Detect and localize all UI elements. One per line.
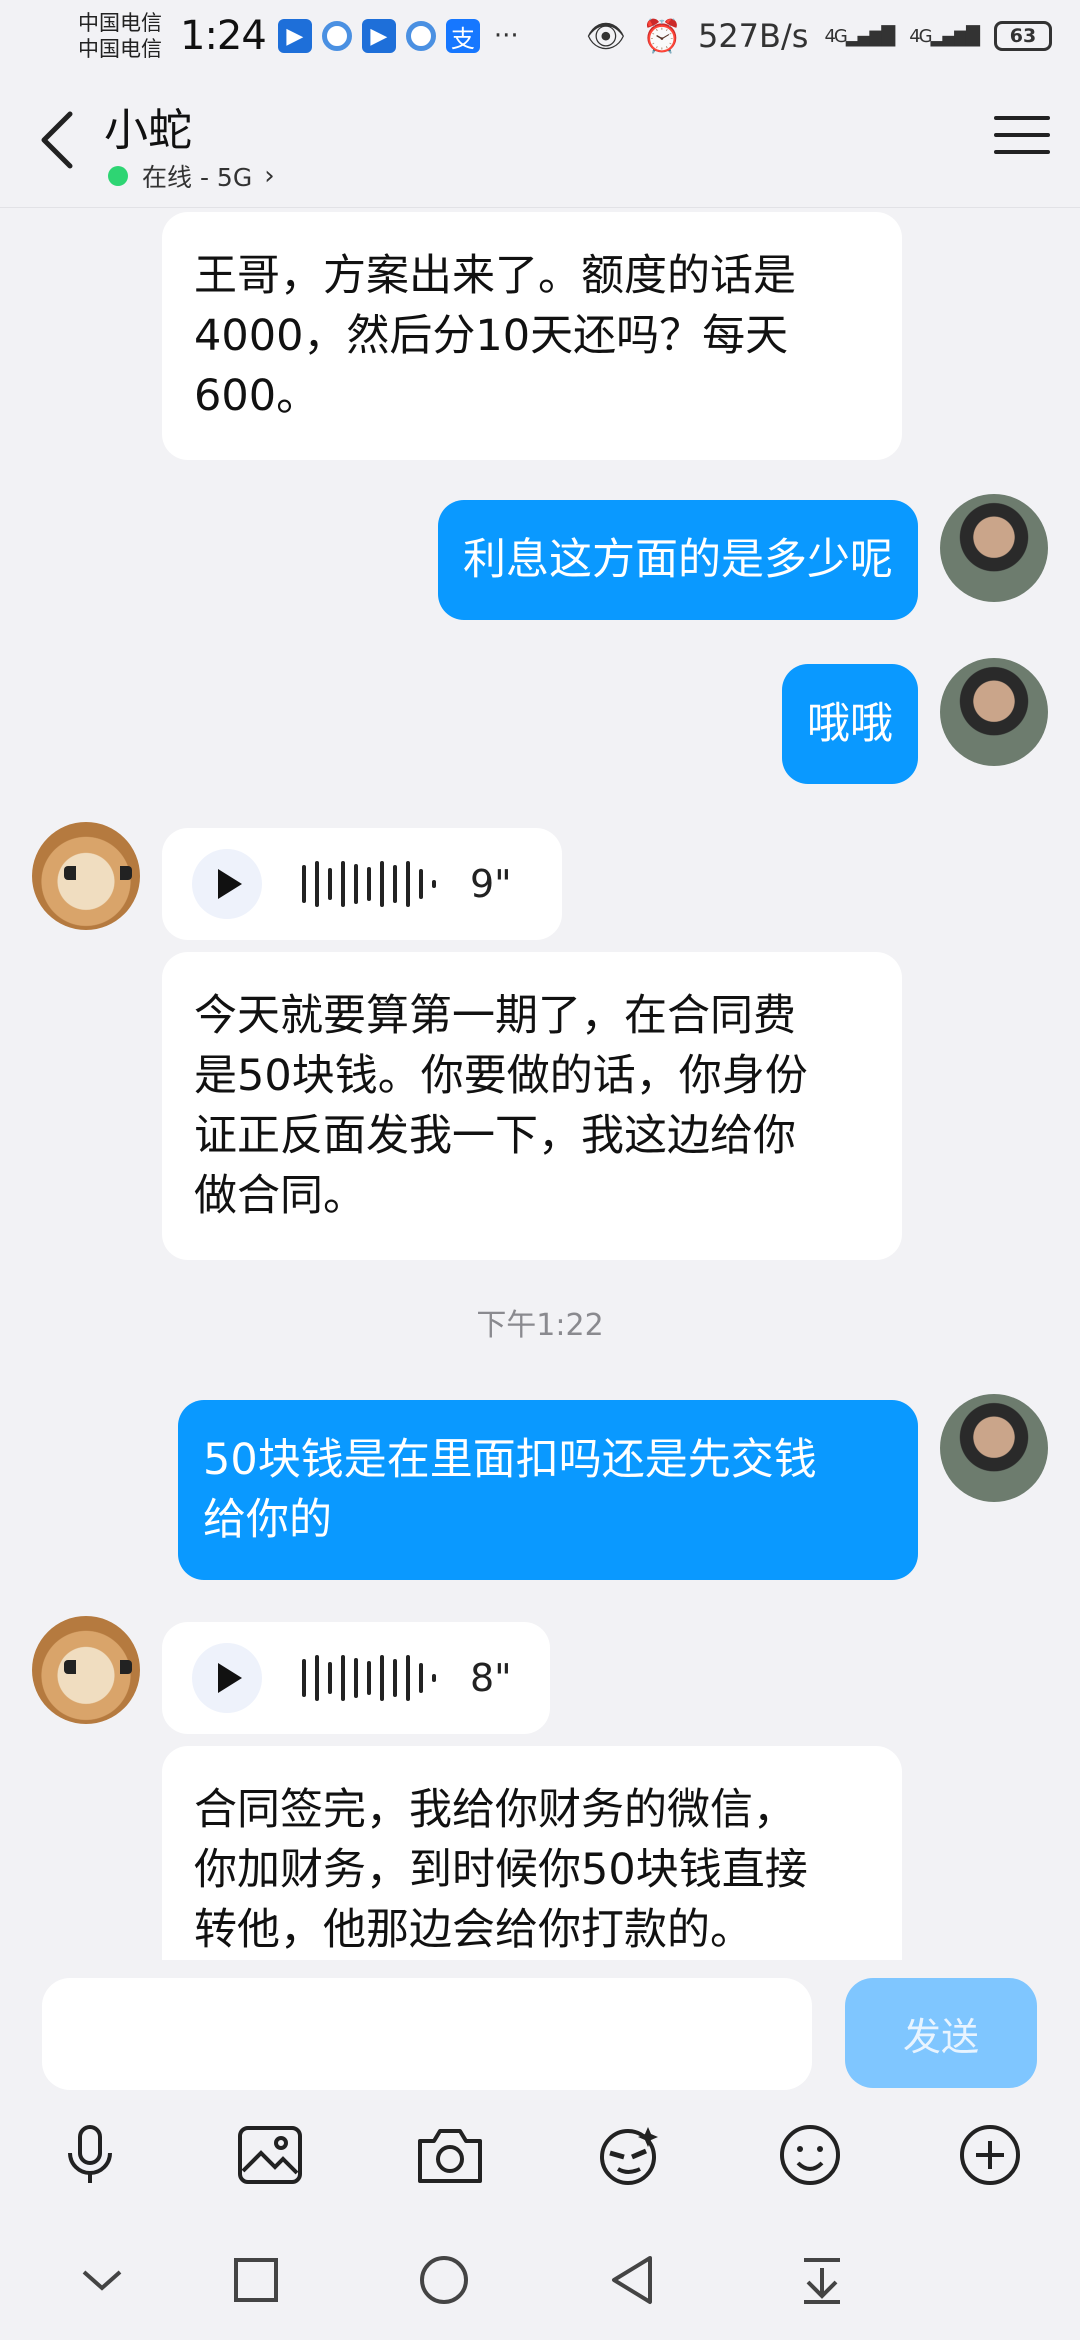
camera-icon[interactable]: [415, 2120, 485, 2190]
alarm-icon: ⏰: [642, 17, 682, 55]
send-button[interactable]: 发送: [845, 1978, 1037, 2088]
incoming-message[interactable]: 合同签完，我给你财务的微信， 你加财务，到时候你50块钱直接 转他，他那边会给你…: [162, 1746, 902, 1960]
outgoing-message[interactable]: 利息这方面的是多少呢: [438, 500, 918, 620]
download-icon[interactable]: [790, 2248, 854, 2312]
chat-header: 小蛇 在线 - 5G ›: [0, 72, 1080, 208]
emoji-icon[interactable]: [775, 2120, 845, 2190]
status-bar: 中国电信 中国电信 1:24 ▶ ▶ 支 ··· 👁 ⏰ 527B/s 4G▂▄…: [0, 0, 1080, 72]
play-icon[interactable]: [192, 1643, 262, 1713]
app-notification-icon: ▶: [361, 19, 396, 53]
alipay-icon: 支: [445, 19, 480, 53]
voice-message[interactable]: 8": [162, 1622, 550, 1734]
mic-icon[interactable]: [55, 2120, 125, 2190]
waveform-icon: [302, 854, 436, 914]
input-toolbar: [0, 2100, 1080, 2210]
back-button[interactable]: [34, 108, 82, 172]
network-speed: 527B/s: [697, 17, 809, 55]
outgoing-message[interactable]: 哦哦: [782, 664, 918, 784]
app-notification-icon: ▶: [277, 19, 312, 53]
input-bar: 发送: [0, 1962, 1080, 2100]
signal-icon: 4G▂▄▆█: [824, 25, 895, 47]
chat-list[interactable]: 王哥，方案出来了。额度的话是 4000，然后分10天还吗？每天 600。 利息这…: [0, 210, 1080, 1960]
plus-icon[interactable]: [955, 2120, 1025, 2190]
system-navigation-bar: [0, 2220, 1080, 2340]
my-avatar[interactable]: [940, 494, 1048, 602]
my-avatar[interactable]: [940, 1394, 1048, 1502]
sticker-icon[interactable]: [595, 2120, 665, 2190]
collapse-icon[interactable]: [70, 2248, 134, 2312]
browser-notification-icon: [405, 21, 436, 51]
voice-duration: 9": [470, 862, 512, 906]
menu-button[interactable]: [994, 116, 1050, 164]
image-icon[interactable]: [235, 2120, 305, 2190]
chevron-right-icon: ›: [264, 161, 275, 191]
signal-icon: 4G▂▄▆█: [909, 25, 980, 47]
incoming-message[interactable]: 今天就要算第一期了，在合同费 是50块钱。你要做的话，你身份 证正反面发我一下，…: [162, 952, 902, 1260]
chevron-left-icon: [41, 111, 73, 169]
voice-message[interactable]: 9": [162, 828, 562, 940]
battery-icon: 63: [994, 21, 1052, 51]
carrier-labels: 中国电信 中国电信: [78, 10, 174, 62]
presence-status[interactable]: 在线 - 5G ›: [108, 158, 275, 194]
voice-duration: 8": [470, 1656, 512, 1700]
online-dot: [108, 166, 128, 186]
message-input[interactable]: [42, 1978, 812, 2090]
home-icon[interactable]: [412, 2248, 476, 2312]
play-icon[interactable]: [192, 849, 262, 919]
message-timestamp: 下午1:22: [476, 1308, 604, 1343]
carrier-1: 中国电信: [78, 11, 162, 35]
more-notifications-icon: ···: [493, 21, 519, 51]
contact-avatar[interactable]: [32, 822, 140, 930]
waveform-icon: [302, 1648, 436, 1708]
contact-avatar[interactable]: [32, 1616, 140, 1724]
presence-label: 在线 - 5G: [142, 163, 253, 192]
my-avatar[interactable]: [940, 658, 1048, 766]
carrier-2: 中国电信: [78, 37, 162, 61]
back-icon[interactable]: [600, 2248, 664, 2312]
contact-name[interactable]: 小蛇: [104, 94, 192, 158]
outgoing-message[interactable]: 50块钱是在里面扣吗还是先交钱 给你的: [178, 1400, 918, 1580]
notification-icons: ▶ ▶ 支 ···: [277, 19, 519, 53]
hamburger-icon: [994, 116, 1050, 120]
recents-icon[interactable]: [224, 2248, 288, 2312]
browser-notification-icon: [321, 21, 352, 51]
clock: 1:24: [180, 13, 267, 59]
eye-icon: 👁: [585, 17, 627, 55]
incoming-message[interactable]: 王哥，方案出来了。额度的话是 4000，然后分10天还吗？每天 600。: [162, 212, 902, 460]
